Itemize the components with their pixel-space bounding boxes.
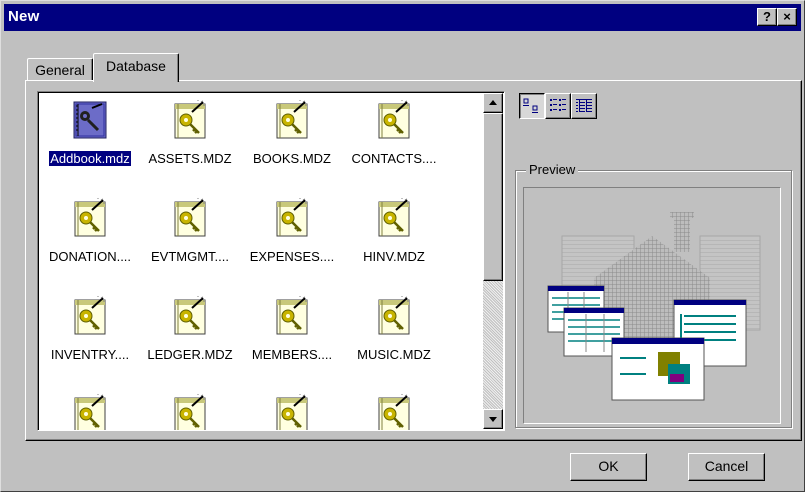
list-item[interactable]: BOOKS.MDZ — [237, 94, 347, 184]
help-button[interactable]: ? — [757, 8, 777, 26]
list-item-text: EVTMGMT.... — [151, 249, 229, 264]
list-item[interactable] — [237, 388, 347, 430]
database-template-icon — [274, 296, 310, 336]
template-list[interactable]: Addbook.mdz ASSETS.MDZ BOOKS.MDZ CONTACTS..… — [37, 91, 505, 431]
scroll-up-button[interactable] — [483, 93, 503, 113]
database-template-icon — [376, 296, 412, 336]
ok-button[interactable]: OK — [570, 453, 647, 481]
database-template-icon — [274, 100, 310, 140]
list-item-label: EXPENSES.... — [237, 249, 347, 264]
database-template-icon — [72, 198, 108, 238]
database-template-icon — [274, 394, 310, 430]
list-item-label: MEMBERS.... — [237, 347, 347, 362]
list-item[interactable]: CONTACTS.... — [339, 94, 449, 184]
preview-group: Preview — [515, 162, 792, 428]
list-item-text: HINV.MDZ — [363, 249, 425, 264]
title-bar[interactable]: New ? × — [4, 4, 801, 31]
list-item-text: CONTACTS.... — [351, 151, 437, 166]
window-title: New — [8, 8, 40, 25]
arrow-up-icon — [489, 100, 497, 105]
list-view-button[interactable] — [545, 93, 571, 119]
list-item[interactable]: EXPENSES.... — [237, 192, 347, 282]
list-item-text: INVENTRY.... — [50, 347, 130, 362]
house-with-forms-illustration — [547, 212, 761, 401]
database-template-icon — [172, 296, 208, 336]
large-icons-button[interactable] — [519, 93, 545, 119]
list-view-icon — [550, 99, 566, 111]
list-item[interactable]: HINV.MDZ — [339, 192, 449, 282]
arrow-down-icon — [489, 417, 497, 422]
list-item-text: Addbook.mdz — [48, 150, 132, 167]
list-item[interactable]: INVENTRY.... — [38, 290, 145, 380]
cancel-button[interactable]: Cancel — [688, 453, 765, 481]
scroll-thumb[interactable] — [483, 113, 503, 281]
database-template-icon — [172, 394, 208, 430]
list-item[interactable]: MEMBERS.... — [237, 290, 347, 380]
preview-label: Preview — [526, 162, 579, 177]
list-item-label: HINV.MDZ — [339, 249, 449, 264]
database-template-icon — [72, 394, 108, 430]
list-item-label: INVENTRY.... — [38, 347, 145, 362]
database-template-icon — [172, 198, 208, 238]
vertical-scrollbar[interactable] — [483, 93, 503, 429]
list-item[interactable]: EVTMGMT.... — [135, 192, 245, 282]
database-template-icon — [72, 296, 108, 336]
tab-general[interactable]: General — [27, 58, 93, 80]
list-item-label: CONTACTS.... — [339, 151, 449, 166]
list-item-text: EXPENSES.... — [249, 249, 335, 264]
list-item[interactable]: DONATION.... — [38, 192, 145, 282]
list-item-label: EVTMGMT.... — [135, 249, 245, 264]
preview-frame — [523, 187, 781, 424]
list-item-text: ASSETS.MDZ — [148, 151, 232, 166]
list-item-label: ASSETS.MDZ — [135, 151, 245, 166]
list-item-text: BOOKS.MDZ — [252, 151, 331, 166]
database-template-icon — [376, 394, 412, 430]
close-button[interactable]: × — [777, 8, 797, 26]
list-item[interactable]: LEDGER.MDZ — [135, 290, 245, 380]
database-template-icon — [376, 100, 412, 140]
list-item-label: LEDGER.MDZ — [135, 347, 245, 362]
list-item[interactable] — [339, 388, 449, 430]
list-item[interactable]: Addbook.mdz — [38, 94, 145, 184]
list-item[interactable] — [135, 388, 245, 430]
list-item-text: DONATION.... — [48, 249, 132, 264]
scroll-down-button[interactable] — [483, 409, 503, 429]
list-item[interactable]: MUSIC.MDZ — [339, 290, 449, 380]
list-item-text: MEMBERS.... — [251, 347, 333, 362]
list-item-text: MUSIC.MDZ — [357, 347, 431, 362]
new-dialog: New ? × General Database Addbook.mdz ASSE… — [0, 0, 805, 492]
database-template-icon — [376, 198, 412, 238]
details-view-icon — [576, 99, 592, 112]
details-view-button[interactable] — [571, 93, 597, 119]
list-item-label: Addbook.mdz — [38, 150, 145, 167]
list-item[interactable]: ASSETS.MDZ — [135, 94, 245, 184]
database-template-icon — [274, 198, 310, 238]
list-item-label: MUSIC.MDZ — [339, 347, 449, 362]
database-wizard-icon — [72, 100, 108, 140]
list-item[interactable] — [38, 388, 145, 430]
tab-database[interactable]: Database — [93, 53, 179, 82]
list-item-label: BOOKS.MDZ — [237, 151, 347, 166]
list-item-label: DONATION.... — [38, 249, 145, 264]
database-template-icon — [172, 100, 208, 140]
large-icons-view-icon — [523, 98, 538, 113]
list-item-text: LEDGER.MDZ — [147, 347, 233, 362]
